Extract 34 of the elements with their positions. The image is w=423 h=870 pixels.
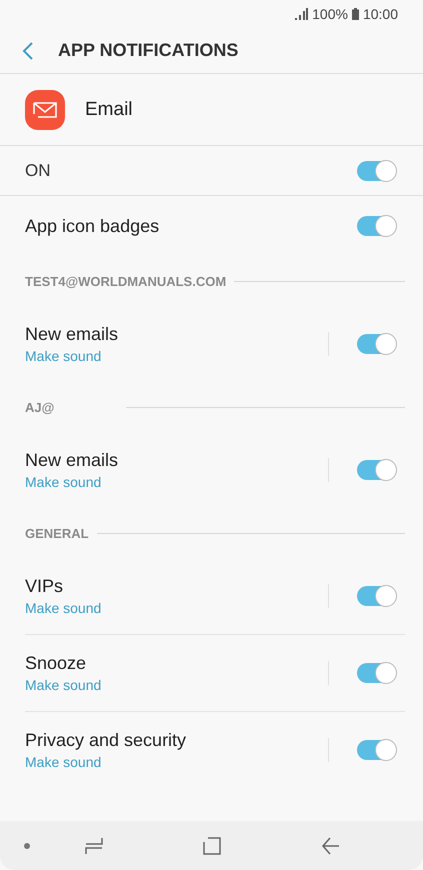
email-app-icon bbox=[25, 90, 65, 130]
app-name: Email bbox=[85, 98, 133, 120]
toggle-switch[interactable] bbox=[357, 740, 396, 760]
home-icon[interactable] bbox=[203, 836, 221, 854]
setting-summary: Make sound bbox=[25, 677, 102, 693]
setting-label: Privacy and security bbox=[25, 730, 188, 751]
setting-label: ON bbox=[25, 160, 52, 180]
signal-icon bbox=[295, 8, 308, 20]
section-header: AJ@ bbox=[25, 400, 54, 414]
setting-label: New emails bbox=[25, 324, 120, 345]
toggle-switch[interactable] bbox=[357, 216, 396, 236]
setting-summary: Make sound bbox=[25, 348, 102, 364]
section-header: GENERAL bbox=[25, 526, 89, 540]
setting-label: VIPs bbox=[25, 576, 64, 597]
setting-label: New emails bbox=[25, 450, 120, 471]
setting-summary: Make sound bbox=[25, 600, 102, 616]
setting-summary: Make sound bbox=[25, 754, 102, 770]
setting-label: App icon badges bbox=[25, 216, 160, 236]
back-icon[interactable] bbox=[22, 42, 34, 60]
toggle-switch[interactable] bbox=[357, 460, 396, 480]
toggle-switch[interactable] bbox=[357, 334, 396, 354]
setting-label: Snooze bbox=[25, 653, 88, 674]
clock: 10:00 bbox=[362, 6, 398, 22]
section-header: TEST4@WORLDMANUALS.COM bbox=[25, 274, 226, 288]
toggle-switch[interactable] bbox=[357, 663, 396, 683]
battery-icon bbox=[352, 8, 359, 20]
toggle-switch[interactable] bbox=[357, 160, 396, 180]
setting-summary: Make sound bbox=[25, 474, 102, 490]
battery-percent: 100% bbox=[312, 6, 348, 22]
back-nav-icon[interactable] bbox=[322, 836, 340, 854]
page-title: APP NOTIFICATIONS bbox=[58, 40, 238, 61]
recent-apps-icon[interactable] bbox=[85, 836, 103, 854]
toggle-switch[interactable] bbox=[357, 586, 396, 606]
dot-icon[interactable] bbox=[24, 842, 30, 848]
